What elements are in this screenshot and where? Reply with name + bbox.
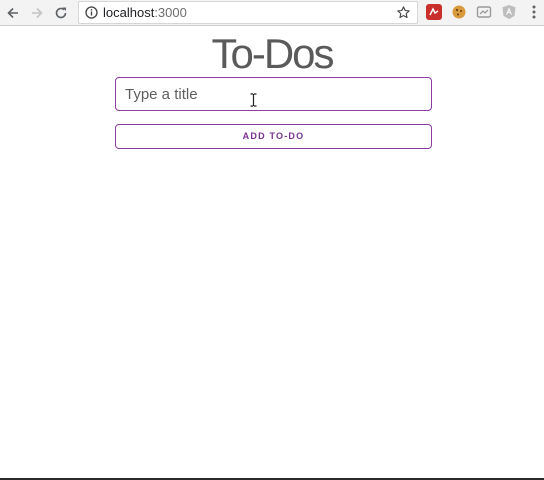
- url-text: localhost:3000: [103, 6, 187, 20]
- title-input[interactable]: [115, 77, 432, 111]
- cookie-extension-icon[interactable]: [451, 4, 467, 20]
- text-cursor-icon: [250, 93, 257, 107]
- forward-button[interactable]: [26, 2, 48, 24]
- star-icon[interactable]: [396, 5, 411, 20]
- url-host: localhost: [103, 5, 155, 20]
- info-icon[interactable]: [85, 6, 98, 19]
- kebab-menu-icon[interactable]: [528, 4, 540, 20]
- reload-button[interactable]: [50, 2, 72, 24]
- angular-extension-icon[interactable]: [501, 4, 517, 20]
- back-arrow-icon: [7, 7, 18, 19]
- address-bar[interactable]: localhost:3000: [78, 1, 418, 24]
- add-todo-button[interactable]: ADD TO-DO: [115, 124, 432, 149]
- page-title: To-Dos: [211, 30, 334, 77]
- red-extension-icon[interactable]: [426, 4, 442, 20]
- browser-toolbar: localhost:3000: [0, 0, 544, 26]
- back-button[interactable]: [2, 2, 24, 24]
- forward-arrow-icon: [32, 7, 43, 19]
- url-port: :3000: [154, 5, 187, 20]
- cast-extension-icon[interactable]: [476, 4, 492, 20]
- reload-icon: [55, 7, 67, 19]
